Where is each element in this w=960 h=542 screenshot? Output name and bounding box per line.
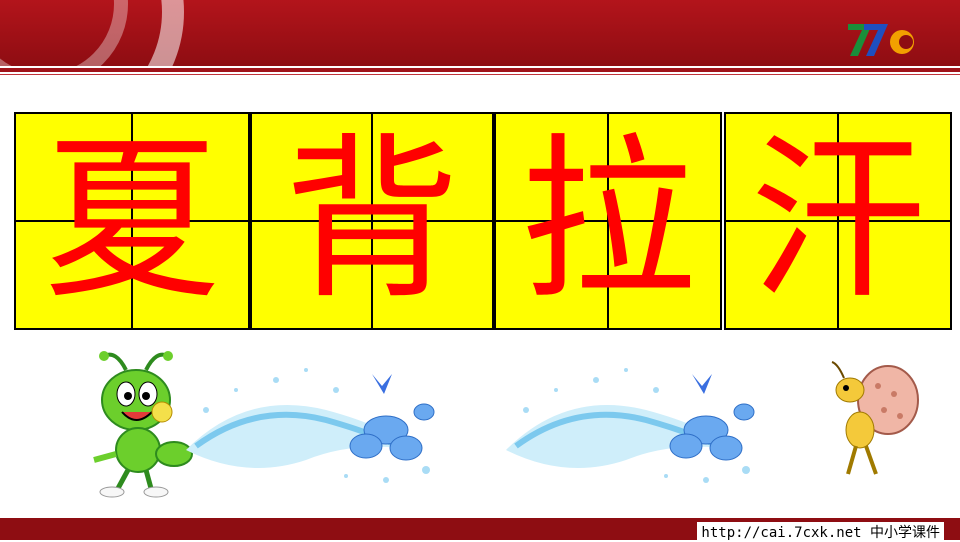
yellow-ant-illustration [831, 361, 919, 475]
char-card-2: 背 [250, 112, 494, 330]
water-flower-illustration-1 [186, 368, 435, 483]
char-3: 拉 [519, 118, 696, 323]
swirl-decoration-inner [0, 0, 128, 66]
char-card-4: 汗 [724, 112, 952, 330]
footer-url-text[interactable]: http://cai.7cxk.net 中小学课件 [697, 522, 944, 542]
header-divider [0, 68, 960, 72]
char-card-3: 拉 [494, 112, 722, 330]
char-1: 夏 [43, 118, 220, 323]
7c-logo-icon [848, 24, 914, 56]
char-card-1: 夏 [14, 112, 250, 330]
green-ant-illustration [93, 351, 193, 498]
char-4: 汗 [749, 118, 926, 323]
water-flower-illustration-2 [506, 368, 755, 483]
header-banner [0, 0, 960, 66]
char-2: 背 [283, 118, 460, 323]
header-divider-thin [0, 74, 960, 75]
character-cards: 夏 背 拉 汗 [14, 112, 952, 334]
